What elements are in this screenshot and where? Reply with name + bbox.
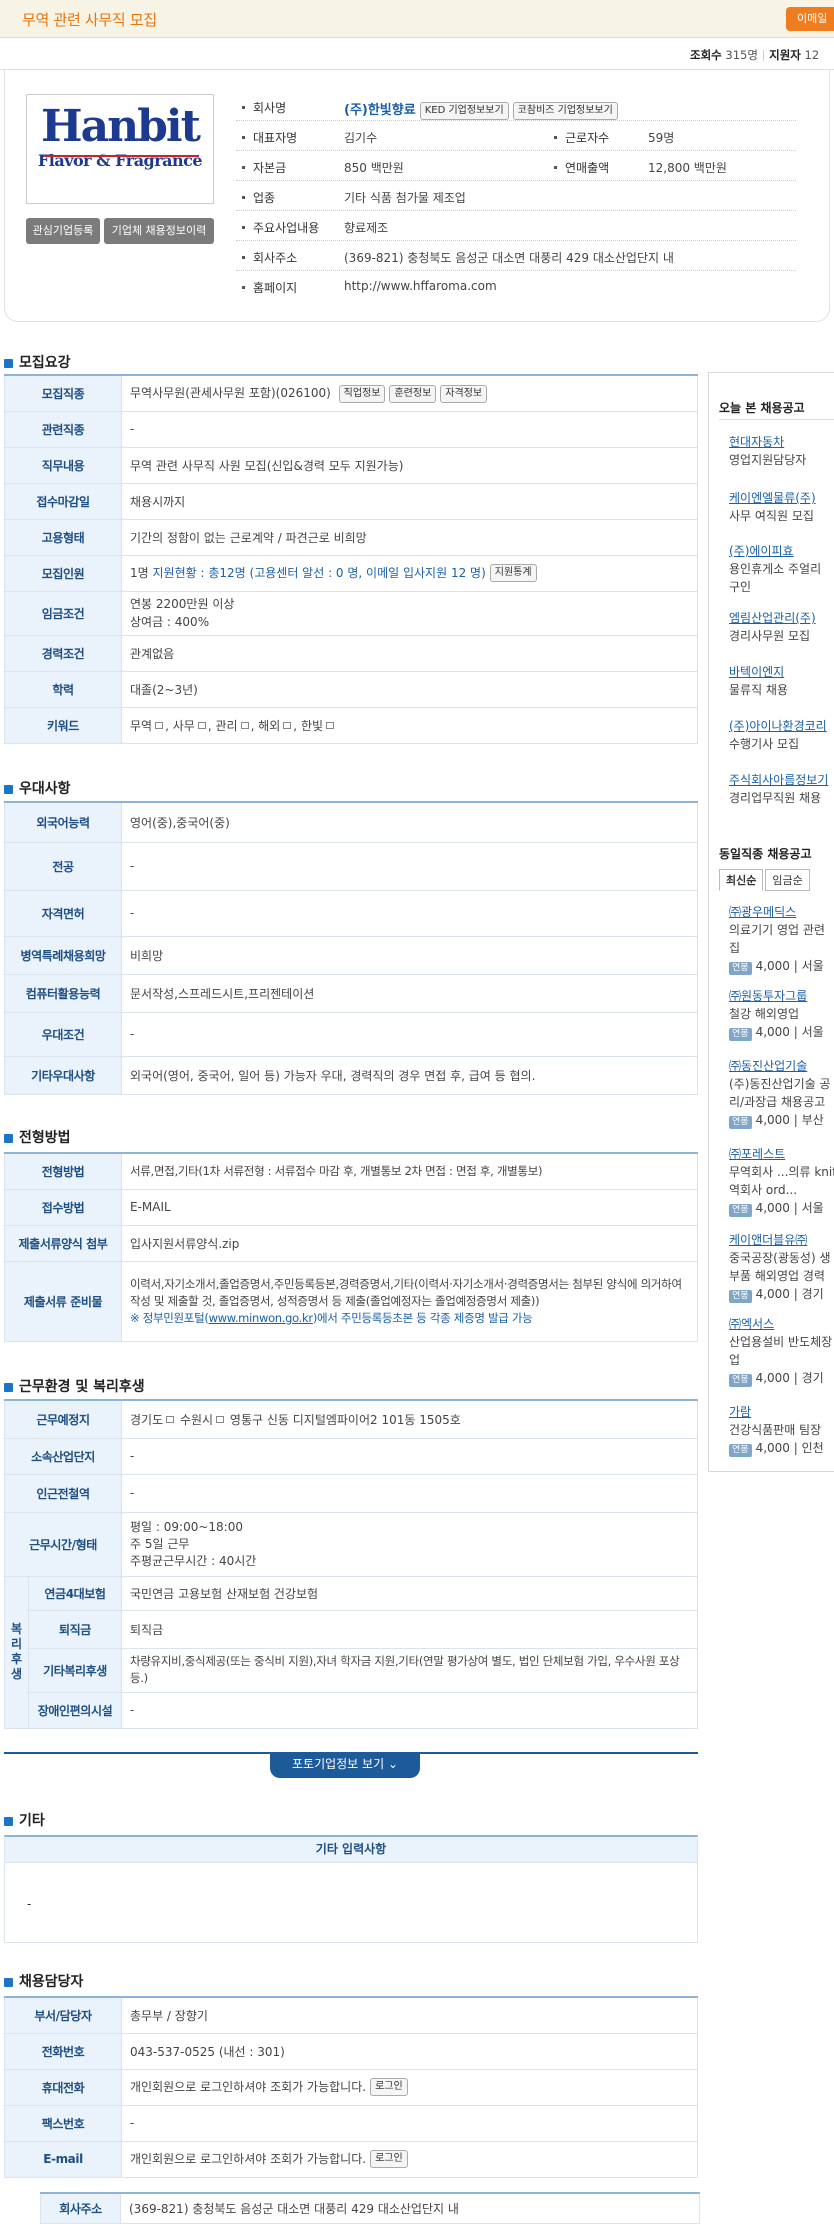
- sidebar: 오늘 본 채용공고 현대자동차 영업지원담당자 케이엔엘물류(주) 사무 여직원 모…: [708, 372, 834, 1472]
- section-title-manager: 채용담당자: [4, 1971, 83, 1991]
- company-history-button[interactable]: 기업체 채용정보이력: [104, 218, 214, 244]
- list-item[interactable]: (주)에이피효 용인휴게소 주얼리 구인: [729, 542, 834, 596]
- keyword-link[interactable]: 한빛: [301, 719, 323, 733]
- list-item[interactable]: ㈜원동투자그룹 철강 해외영업 연봉 4,000 | 서울: [729, 987, 834, 1041]
- list-item[interactable]: ㈜포레스트 무역회사 ...의류 knit 역회사 ord... 연봉 4,000 | …: [729, 1145, 834, 1217]
- stats-bar: 조회수 315명 | 지원자 12: [0, 38, 834, 70]
- manager-table: 부서/담당자 총무부 / 장향기 전화번호 043-537-0525 (내선 : 3…: [4, 1996, 698, 2178]
- capital-row: 자본금 850 백만원 연매출액 12,800 백만원: [236, 151, 796, 181]
- region-link[interactable]: 수원시: [180, 1413, 213, 1427]
- page-title: 무역 관련 사무직 모집: [22, 11, 157, 29]
- business-row: 주요사업내용 향료제조: [236, 211, 796, 241]
- training-info-button[interactable]: 훈련정보: [389, 384, 437, 403]
- welfare-table: 근무예정지 경기도 수원시 영통구 신동 디지털엠파이어2 101동 1505호 …: [4, 1399, 698, 1729]
- interest-company-button[interactable]: 관심기업등록: [26, 218, 100, 244]
- section-title-other: 기타: [4, 1810, 45, 1830]
- section-title-recruit: 모집요강: [4, 352, 71, 372]
- external-link-icon: [283, 721, 292, 729]
- recently-viewed-title: 오늘 본 채용공고: [719, 401, 805, 415]
- apply-stats-button[interactable]: 지원통계: [489, 564, 537, 583]
- industry-row: 업종 기타 식품 첨가물 제조업: [236, 181, 796, 211]
- keyword-link[interactable]: 사무: [173, 719, 195, 733]
- recruit-table: 모집직종 무역사무원(관세사무원 포함)(026100) 직업정보 훈련정보 자격정보…: [4, 374, 698, 744]
- list-item[interactable]: 현대자동차 영업지원담당자: [729, 433, 834, 469]
- external-link-icon: [155, 721, 164, 729]
- list-item[interactable]: 가람 건강식품판매 팀장 연봉 4,000 | 인천: [729, 1403, 834, 1457]
- manager-address-table: 회사주소 (369-821) 충청북도 음성군 대소면 대풍리 429 대소산업단…: [40, 2192, 700, 2224]
- list-item[interactable]: 엠림산업관리(주) 경리사무원 모집: [729, 609, 834, 645]
- keyword-link[interactable]: 해외: [258, 719, 280, 733]
- minwon-link[interactable]: www.minwon.go.kr: [209, 1311, 314, 1325]
- other-box: 기타 입력사항 -: [4, 1835, 698, 1943]
- section-title-screen: 전형방법: [4, 1127, 71, 1147]
- tab-wage[interactable]: 임금순: [765, 869, 810, 891]
- keyword-link[interactable]: 관리: [215, 719, 237, 733]
- external-link-icon: [326, 721, 335, 729]
- form-download-link[interactable]: 입사지원서류양식.zip: [130, 1237, 239, 1251]
- list-item[interactable]: 케이앤더블유㈜ 중국공장(광동성) 생 부품 해외영업 경력 연봉 4,000 | 경기: [729, 1231, 834, 1303]
- list-item[interactable]: 케이엔엘물류(주) 사무 여직원 모집: [729, 489, 834, 525]
- login-button[interactable]: 로그인: [370, 2150, 408, 2169]
- section-title-welfare: 근무환경 및 복리후생: [4, 1376, 145, 1396]
- company-logo: Hanbit Flavor & Fragrance: [26, 94, 214, 204]
- ceo-row: 대표자명 김기수 근로자수 59명: [236, 121, 796, 151]
- external-link-icon: [166, 1415, 175, 1423]
- external-link-icon: [197, 721, 206, 729]
- list-item[interactable]: ㈜엑서스 산업용설비 반도체장 업 연봉 4,000 | 경기: [729, 1315, 834, 1387]
- section-title-pref: 우대사항: [4, 778, 71, 798]
- keyword-link[interactable]: 무역: [130, 719, 152, 733]
- tab-latest[interactable]: 최신순: [719, 869, 764, 891]
- address-row: 회사주소 (369-821) 충청북도 음성군 대소면 대풍리 429 대소산업…: [236, 241, 796, 271]
- sort-tabs: 최신순 임금순: [719, 869, 812, 891]
- list-item[interactable]: 바텍이엔지 물류직 채용: [729, 663, 834, 699]
- email-apply-button[interactable]: 이메일: [786, 7, 834, 31]
- company-name-row: 회사명 (주)한빛향료 KED 기업정보보기 코참비즈 기업정보보기: [236, 91, 796, 121]
- external-link-icon: [216, 1415, 225, 1423]
- welfare-group-label: 복리후생: [4, 1575, 29, 1729]
- ked-info-button[interactable]: KED 기업정보보기: [419, 101, 509, 120]
- corbiz-info-button[interactable]: 코참비즈 기업정보보기: [512, 101, 618, 120]
- chevron-down-icon: ⌄: [387, 1757, 399, 1771]
- list-item[interactable]: ㈜동진산업기술 (주)동진산업기술 공 리/과장급 채용공고 연봉 4,000 | 부산: [729, 1057, 834, 1129]
- login-button[interactable]: 로그인: [370, 2078, 408, 2097]
- external-link-icon: [240, 721, 249, 729]
- company-name-link[interactable]: (주)한빛향료: [344, 103, 416, 118]
- photo-company-info-button[interactable]: 포토기업정보 보기 ⌄: [270, 1752, 420, 1778]
- stats: 조회수 315명 | 지원자 12: [690, 48, 820, 62]
- title-bar: 무역 관련 사무직 모집 이메일: [0, 0, 834, 38]
- pref-table: 외국어능력 영어(중),중국어(중) 전공 - 자격면허 - 병역특례채용희망 비희망 …: [4, 801, 698, 1095]
- job-info-button[interactable]: 직업정보: [338, 384, 386, 403]
- same-job-title: 동일직종 채용공고: [719, 847, 812, 861]
- list-item[interactable]: 주식회사아름정보기 경리업무직원 채용: [729, 771, 834, 807]
- list-item[interactable]: ㈜광우메딕스 의료기기 영업 관련 집 연봉 4,000 | 서울: [729, 903, 834, 975]
- license-info-button[interactable]: 자격정보: [440, 384, 488, 403]
- list-item[interactable]: (주)아이나환경코리 수행기사 모집: [729, 717, 834, 753]
- screen-table: 전형방법 서류,면접,기타(1차 서류전형 : 서류접수 마감 후, 개별통보 2…: [4, 1152, 698, 1342]
- homepage-link[interactable]: http://www.hffaroma.com: [344, 279, 497, 293]
- region-link[interactable]: 경기도: [130, 1413, 163, 1427]
- homepage-row: 홈페이지 http://www.hffaroma.com: [236, 271, 796, 301]
